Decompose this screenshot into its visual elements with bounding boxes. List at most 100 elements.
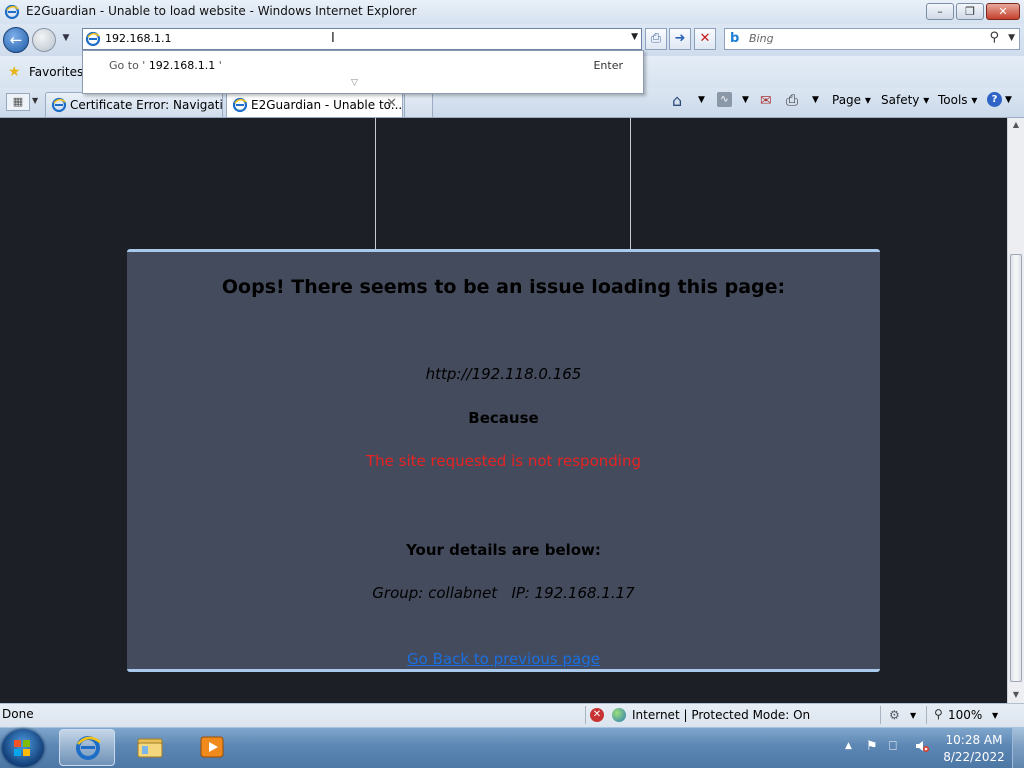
blocked-content-icon[interactable]: ✕ bbox=[590, 708, 604, 722]
compatibility-icon: ⎙ bbox=[650, 31, 662, 46]
windows-logo-icon bbox=[14, 740, 30, 756]
tab-certificate-error[interactable]: Certificate Error: Navigatio... bbox=[45, 92, 223, 117]
print-dropdown-icon[interactable]: ▼ bbox=[812, 95, 819, 105]
go-button[interactable]: ➜ bbox=[669, 28, 691, 50]
divider-line bbox=[630, 118, 631, 250]
minimize-button[interactable]: – bbox=[926, 3, 954, 20]
zoom-level[interactable]: 100% bbox=[948, 708, 982, 722]
print-icon[interactable]: ⎙ bbox=[786, 91, 798, 109]
status-divider bbox=[585, 706, 586, 724]
status-divider bbox=[880, 706, 881, 724]
safety-menu[interactable]: Safety ▾ bbox=[881, 93, 929, 107]
tab-label: E2Guardian - Unable to... bbox=[251, 98, 403, 112]
goto-suffix: ' bbox=[215, 59, 222, 72]
forward-button[interactable] bbox=[32, 28, 56, 52]
vertical-scrollbar[interactable]: ▲ ▼ bbox=[1007, 118, 1024, 703]
address-autocomplete-dropdown: Go to ' 192.168.1.1 ' Enter ▽ bbox=[82, 50, 644, 94]
mail-icon[interactable]: ✉ bbox=[760, 93, 772, 109]
feeds-dropdown-icon[interactable]: ▼ bbox=[742, 95, 749, 105]
home-dropdown-icon[interactable]: ▼ bbox=[698, 95, 705, 105]
search-options-dropdown-icon[interactable]: ▼ bbox=[1008, 33, 1015, 43]
blocked-url: http://192.118.0.165 bbox=[425, 365, 582, 383]
security-dropdown-icon[interactable]: ▼ bbox=[910, 711, 916, 720]
help-dropdown-icon[interactable]: ▼ bbox=[1005, 95, 1012, 105]
error-box: Oops! There seems to be an issue loading… bbox=[127, 249, 880, 672]
error-reason: The site requested is not responding bbox=[366, 452, 641, 470]
favorites-button[interactable]: Favorites bbox=[29, 65, 83, 79]
help-icon[interactable]: ? bbox=[987, 92, 1002, 107]
ie-page-icon bbox=[85, 31, 101, 47]
status-divider bbox=[926, 706, 927, 724]
address-dropdown-icon[interactable]: ▼ bbox=[631, 32, 638, 42]
taskbar-media-player[interactable] bbox=[184, 729, 240, 766]
home-icon[interactable]: ⌂ bbox=[672, 91, 682, 110]
quick-tabs-button[interactable]: ▦ bbox=[6, 93, 30, 111]
page-menu[interactable]: Page ▾ bbox=[832, 93, 871, 107]
action-center-flag-icon[interactable]: ⚑ bbox=[866, 739, 878, 754]
network-icon[interactable]: ⎕ bbox=[889, 739, 897, 754]
arrow-right-icon: ➜ bbox=[674, 31, 686, 46]
search-box[interactable]: b Bing ⚲ ▼ bbox=[724, 28, 1020, 50]
status-text: Done bbox=[2, 707, 34, 721]
ie-icon bbox=[76, 736, 101, 760]
goto-url: 192.168.1.1 bbox=[148, 59, 216, 72]
taskbar-windows-explorer[interactable] bbox=[122, 729, 178, 766]
media-player-icon bbox=[200, 736, 224, 758]
go-back-link[interactable]: Go Back to previous page bbox=[407, 650, 600, 668]
search-input[interactable]: Bing bbox=[749, 32, 774, 45]
ie-icon bbox=[51, 97, 67, 113]
new-tab-button[interactable] bbox=[404, 92, 433, 117]
stop-button[interactable]: ✕ bbox=[694, 28, 716, 50]
divider-line bbox=[375, 118, 376, 250]
expand-suggestions-icon[interactable]: ▽ bbox=[351, 78, 358, 88]
user-details: Group: collabnet IP: 192.168.1.17 bbox=[372, 584, 635, 602]
tab-list-dropdown-icon[interactable]: ▼ bbox=[32, 96, 38, 105]
title-bar: E2Guardian - Unable to load website - Wi… bbox=[0, 0, 1024, 24]
address-bar[interactable]: 192.168.1.1 I ▼ bbox=[82, 28, 642, 50]
scroll-down-icon[interactable]: ▼ bbox=[1008, 690, 1024, 699]
ie-icon bbox=[232, 97, 248, 113]
globe-icon bbox=[612, 708, 626, 722]
folder-icon bbox=[137, 738, 163, 758]
favorites-star-icon[interactable]: ★ bbox=[8, 64, 21, 80]
tab-e2guardian[interactable]: E2Guardian - Unable to... ✕ bbox=[226, 92, 403, 117]
address-input[interactable]: 192.168.1.1 bbox=[105, 32, 171, 45]
clock-time[interactable]: 10:28 AM bbox=[938, 733, 1010, 747]
chevron-down-icon: ▼ bbox=[62, 33, 70, 43]
restore-button[interactable]: ❐ bbox=[956, 3, 984, 20]
security-settings-icon[interactable]: ⚙ bbox=[889, 708, 900, 722]
recent-pages-dropdown[interactable]: ▼ bbox=[60, 33, 72, 45]
goto-prefix: Go to ' bbox=[109, 59, 149, 72]
text-cursor-icon: I bbox=[331, 31, 335, 46]
clock-date[interactable]: 8/22/2022 bbox=[938, 750, 1010, 764]
details-heading: Your details are below: bbox=[406, 541, 601, 559]
security-zone[interactable]: Internet | Protected Mode: On bbox=[632, 708, 810, 722]
scrollbar-thumb[interactable] bbox=[1010, 254, 1022, 682]
back-arrow-icon: ← bbox=[9, 31, 23, 49]
enter-hint: Enter bbox=[593, 59, 623, 72]
page-content: Oops! There seems to be an issue loading… bbox=[0, 118, 1007, 703]
tools-menu[interactable]: Tools ▾ bbox=[938, 93, 977, 107]
close-tab-icon[interactable]: ✕ bbox=[386, 96, 397, 111]
feeds-icon[interactable]: ∿ bbox=[717, 92, 732, 107]
stop-x-icon: ✕ bbox=[699, 31, 711, 46]
volume-muted-icon[interactable] bbox=[915, 739, 929, 753]
go-back-row: Go Back to previous page bbox=[127, 650, 880, 668]
zoom-dropdown-icon[interactable]: ▼ bbox=[992, 711, 998, 720]
status-bar bbox=[0, 703, 1024, 727]
back-button[interactable]: ← bbox=[3, 27, 29, 53]
because-label: Because bbox=[468, 409, 539, 427]
taskbar-internet-explorer[interactable] bbox=[59, 729, 115, 766]
window-title: E2Guardian - Unable to load website - Wi… bbox=[26, 4, 417, 18]
scroll-up-icon[interactable]: ▲ bbox=[1008, 120, 1024, 129]
zoom-icon[interactable]: ⚲ bbox=[934, 707, 943, 721]
goto-suggestion[interactable]: Go to ' 192.168.1.1 ' bbox=[109, 59, 222, 72]
search-icon[interactable]: ⚲ bbox=[989, 30, 999, 45]
show-hidden-icons-icon[interactable]: ▲ bbox=[845, 741, 852, 751]
show-desktop-button[interactable] bbox=[1012, 728, 1024, 768]
tab-label: Certificate Error: Navigatio... bbox=[70, 98, 223, 112]
grid-icon: ▦ bbox=[12, 95, 24, 108]
ie-icon bbox=[4, 4, 20, 20]
close-window-button[interactable]: ✕ bbox=[986, 3, 1020, 20]
compatibility-view-button[interactable]: ⎙ bbox=[645, 28, 667, 50]
